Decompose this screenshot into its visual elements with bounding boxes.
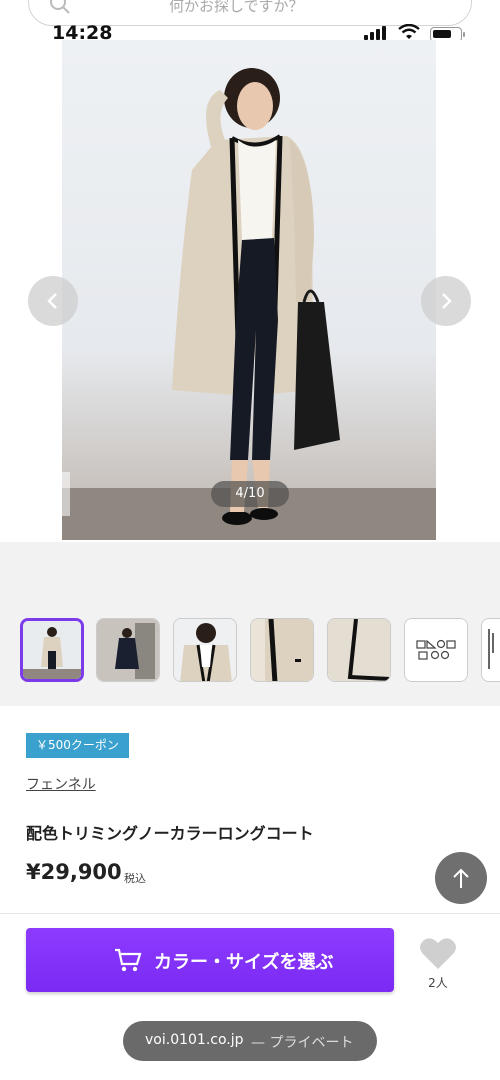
product-title: 配色トリミングノーカラーロングコート: [26, 824, 314, 843]
cellular-signal-icon: [364, 26, 386, 40]
select-button-label: カラー・サイズを選ぶ: [154, 952, 334, 973]
thumbnail-list[interactable]: [18, 618, 500, 684]
url-bar[interactable]: voi.0101.co.jp — プライベート: [123, 1021, 377, 1061]
image-counter: 4/10: [211, 481, 289, 507]
divider: [0, 913, 500, 914]
model-illustration: [62, 68, 436, 540]
thumbnail-5[interactable]: [327, 618, 391, 682]
product-price: ¥29,900: [26, 860, 122, 884]
thumbnail-6-care-label[interactable]: [404, 618, 468, 682]
grid-icon: [34, 480, 62, 508]
grid-view-button[interactable]: [26, 472, 70, 516]
arrow-up-icon: [453, 868, 469, 888]
next-image-button[interactable]: [421, 276, 471, 326]
coupon-badge[interactable]: ￥500クーポン: [26, 733, 129, 758]
thumbnail-strip: [0, 542, 500, 706]
search-placeholder: 何かお探しですか？: [169, 0, 304, 15]
favorite-button[interactable]: 2人: [416, 932, 460, 992]
chevron-left-icon: [47, 293, 57, 309]
thumbnail-7[interactable]: [481, 618, 500, 682]
wifi-icon: [398, 24, 420, 39]
heart-icon: [420, 938, 456, 969]
scroll-to-top-button[interactable]: [435, 852, 487, 904]
url-privacy-label: — プライベート: [251, 1035, 354, 1051]
thumbnail-2[interactable]: [96, 618, 160, 682]
brand-link[interactable]: フェンネル: [26, 774, 96, 794]
chevron-right-icon: [442, 293, 452, 309]
thumbnail-3[interactable]: [173, 618, 237, 682]
favorite-count: 2人: [428, 976, 448, 990]
cart-icon: [115, 948, 142, 972]
thumbnail-1[interactable]: [20, 618, 84, 682]
tax-label: 税込: [124, 872, 146, 885]
select-color-size-button[interactable]: カラー・サイズを選ぶ: [26, 928, 394, 992]
search-icon: [50, 0, 70, 14]
prev-image-button[interactable]: [28, 276, 78, 326]
url-domain: voi.0101.co.jp: [145, 1032, 244, 1048]
thumbnail-4[interactable]: [250, 618, 314, 682]
product-gallery: 4/10: [0, 40, 500, 542]
product-photo[interactable]: [62, 40, 436, 540]
